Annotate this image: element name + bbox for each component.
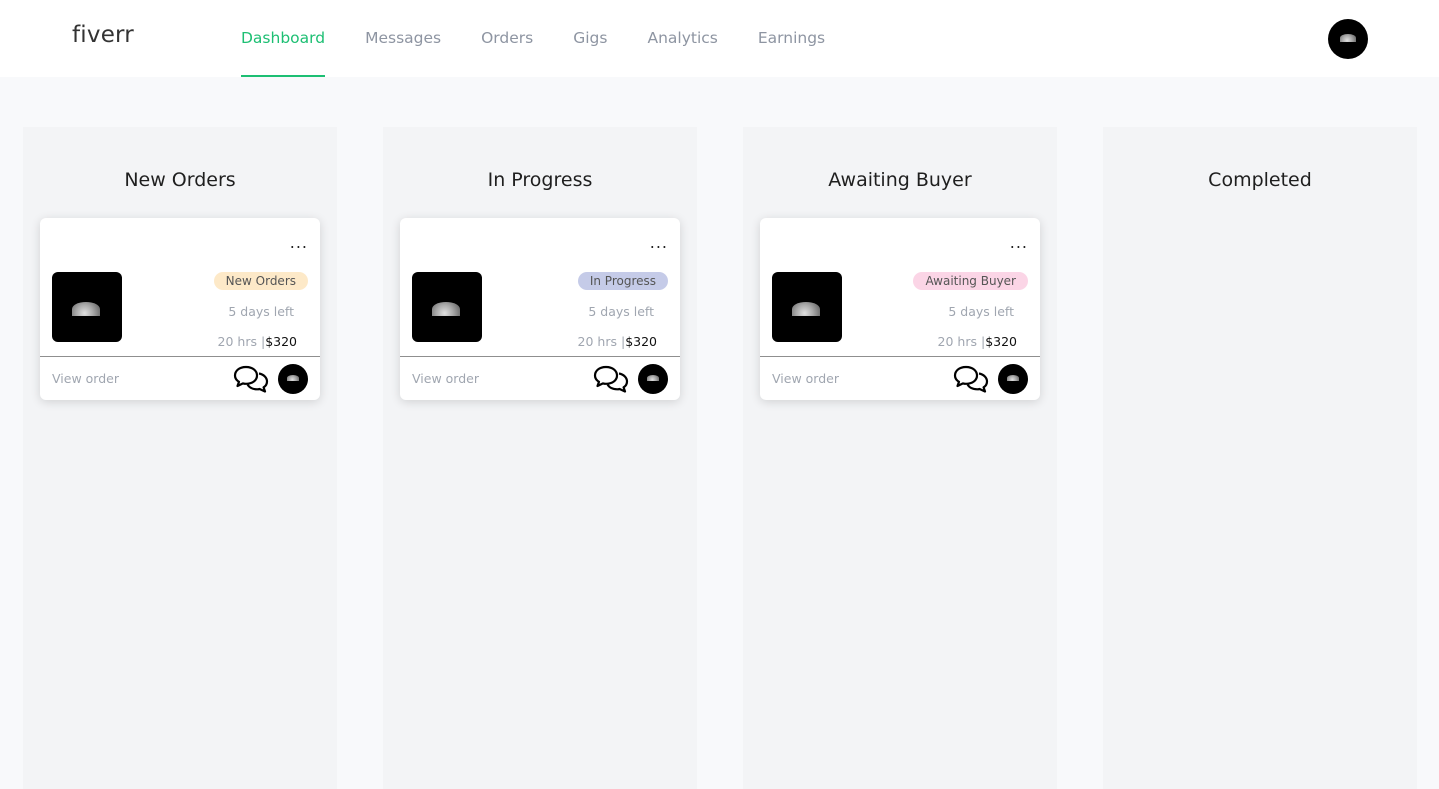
- price-value: $320: [265, 334, 297, 349]
- main-nav: Dashboard Messages Orders Gigs Analytics…: [241, 0, 865, 77]
- nav-dashboard[interactable]: Dashboard: [241, 0, 326, 77]
- buyer-avatar[interactable]: [998, 364, 1028, 394]
- top-header: fiverr Dashboard Messages Orders Gigs An…: [0, 0, 1439, 77]
- user-avatar[interactable]: [1328, 19, 1368, 59]
- status-badge: Awaiting Buyer: [913, 272, 1028, 290]
- column-awaiting-buyer: Awaiting Buyer ... Awaiting Buyer 5 days…: [743, 127, 1057, 789]
- moon-image-icon: [72, 302, 100, 316]
- moon-avatar-icon: [1340, 34, 1356, 42]
- column-new-orders: New Orders ... New Orders 5 days left 20…: [23, 127, 337, 789]
- hours-value: 20 hrs: [217, 334, 257, 349]
- days-left: 5 days left: [228, 304, 294, 319]
- buyer-avatar[interactable]: [638, 364, 668, 394]
- more-options-icon[interactable]: ...: [290, 235, 308, 251]
- moon-avatar-icon: [1007, 375, 1019, 381]
- view-order-link[interactable]: View order: [772, 371, 839, 386]
- price-value: $320: [625, 334, 657, 349]
- card-divider: [400, 356, 680, 357]
- column-in-progress: In Progress ... In Progress 5 days left …: [383, 127, 697, 789]
- column-title: Awaiting Buyer: [828, 169, 972, 191]
- nav-orders[interactable]: Orders: [481, 0, 533, 77]
- nav-analytics[interactable]: Analytics: [647, 0, 717, 77]
- more-options-icon[interactable]: ...: [650, 235, 668, 251]
- order-card[interactable]: ... In Progress 5 days left 20 hrs |$320…: [400, 218, 680, 400]
- hours-value: 20 hrs: [937, 334, 977, 349]
- nav-gigs[interactable]: Gigs: [573, 0, 607, 77]
- column-title: New Orders: [124, 169, 236, 191]
- status-badge: In Progress: [577, 272, 668, 290]
- moon-image-icon: [792, 302, 820, 316]
- days-left: 5 days left: [948, 304, 1014, 319]
- chat-bubbles-icon[interactable]: [953, 364, 989, 394]
- hours-price: 20 hrs |$320: [218, 334, 297, 349]
- chat-bubbles-icon[interactable]: [233, 364, 269, 394]
- fiverr-logo[interactable]: fiverr: [72, 22, 134, 48]
- buyer-avatar[interactable]: [278, 364, 308, 394]
- view-order-link[interactable]: View order: [52, 371, 119, 386]
- moon-image-icon: [432, 302, 460, 316]
- card-divider: [760, 356, 1040, 357]
- gig-thumbnail: [772, 272, 842, 342]
- nav-messages[interactable]: Messages: [365, 0, 441, 77]
- column-title: Completed: [1208, 169, 1312, 191]
- moon-avatar-icon: [647, 375, 659, 381]
- days-left: 5 days left: [588, 304, 654, 319]
- gig-thumbnail: [412, 272, 482, 342]
- hours-price: 20 hrs |$320: [938, 334, 1017, 349]
- nav-earnings[interactable]: Earnings: [758, 0, 825, 77]
- hours-price: 20 hrs |$320: [578, 334, 657, 349]
- column-title: In Progress: [487, 169, 593, 191]
- gig-thumbnail: [52, 272, 122, 342]
- chat-bubbles-icon[interactable]: [593, 364, 629, 394]
- column-completed: Completed: [1103, 127, 1417, 789]
- order-card[interactable]: ... Awaiting Buyer 5 days left 20 hrs |$…: [760, 218, 1040, 400]
- hours-value: 20 hrs: [577, 334, 617, 349]
- price-value: $320: [985, 334, 1017, 349]
- status-badge: New Orders: [213, 272, 308, 290]
- card-divider: [40, 356, 320, 357]
- more-options-icon[interactable]: ...: [1010, 235, 1028, 251]
- moon-avatar-icon: [287, 375, 299, 381]
- order-card[interactable]: ... New Orders 5 days left 20 hrs |$320 …: [40, 218, 320, 400]
- view-order-link[interactable]: View order: [412, 371, 479, 386]
